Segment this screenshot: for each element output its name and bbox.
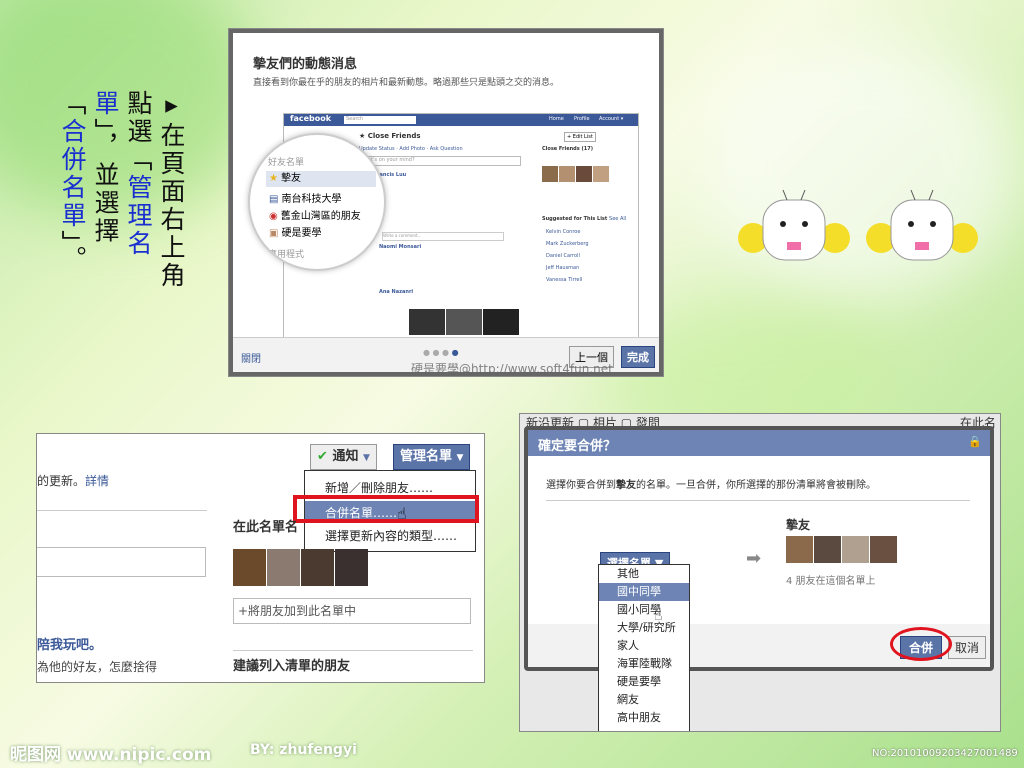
option-elementary[interactable]: 國小同學 — [599, 601, 689, 619]
instruction-col-3: 單」，並選擇 — [91, 90, 120, 246]
location-icon: ◉ — [269, 211, 278, 222]
divider — [546, 500, 970, 501]
fb-logo: facebook — [290, 114, 332, 123]
mascot-right — [866, 189, 978, 261]
fb-nav-profile[interactable]: Profile — [574, 116, 590, 122]
list-dropdown: 其他 國中同學 國小同學 大學/研究所 家人 海軍陸戰隊 硬是要學 網友 高中朋… — [598, 564, 690, 731]
option-online-friends[interactable]: 網友 — [599, 691, 689, 709]
cursor-icon: ☝ — [654, 608, 663, 624]
dialog-title: 摯友們的動態消息 — [253, 57, 358, 72]
instruction-col-4: 「合併名單」。 — [58, 90, 87, 274]
done-button[interactable]: 完成 — [621, 346, 655, 368]
check-icon: ✔ — [317, 449, 328, 464]
close-friends-dialog: 摯友們的動態消息 直接看到你最在乎的朋友的相片和最新動態。略過那些只是點頭之交的… — [229, 29, 663, 376]
list-header: 在此名單名 — [233, 520, 299, 535]
member-photos — [233, 549, 369, 590]
instruction-col-2: 點選「管理名 — [124, 90, 153, 258]
fb-search-box[interactable]: Search — [344, 116, 416, 124]
target-list-name: 摯友 — [786, 518, 811, 532]
suggested-friend[interactable]: Vanessa Tirrell — [546, 274, 589, 286]
dialog-footer: 關閉 ● ● ● ● 上一個 完成 硬是要學@http://www.soft4f… — [233, 337, 659, 376]
option-high-school[interactable]: 高中朋友 — [599, 709, 689, 727]
menu-item-update-types[interactable]: 選擇更新內容的類型…… — [325, 527, 457, 544]
fb-post-photos — [409, 309, 520, 339]
fb-sidebar-photos — [542, 166, 610, 186]
left-input-box[interactable] — [37, 547, 206, 577]
dialog-subtitle: 直接看到你最在乎的朋友的相片和最新動態。略過那些只是點頭之交的消息。 — [253, 78, 560, 88]
menu-item-add-remove[interactable]: 新增／刪除朋友…… — [325, 479, 433, 496]
details-link[interactable]: 詳情 — [85, 474, 109, 488]
zoom-footer: 應用程式 — [268, 250, 305, 260]
highlight-box — [293, 495, 479, 523]
fb-edit-list-button[interactable]: + Edit List — [564, 132, 596, 142]
fb-sidebar-header: Close Friends (17) — [542, 146, 593, 152]
fb-post-2: Naomi Monsari — [379, 244, 422, 250]
chevron-down-icon: ▼ — [362, 453, 370, 463]
zoom-item-close-friends[interactable]: ★ 摯友 — [266, 171, 376, 187]
divider — [37, 510, 207, 511]
arrow-right-icon: ➡ — [746, 548, 762, 569]
target-photos — [786, 536, 898, 567]
target-count: 4 朋友在這個名單上 — [786, 576, 876, 587]
footer-logo: 昵图网 www.nipic.com — [10, 745, 212, 765]
merge-dialog-title: 確定要合併？ — [538, 439, 617, 454]
merge-description: 選擇你要合併到摯友的名單。一旦合併，你所選擇的那份清單將會被刪除。 — [546, 480, 876, 491]
option-junior-high[interactable]: 國中同學 — [599, 583, 689, 601]
fb-nav-home[interactable]: Home — [549, 116, 564, 122]
option-marines[interactable]: 海軍陸戰隊 — [599, 655, 689, 673]
pagination-dots[interactable]: ● ● ● ● — [423, 348, 459, 357]
footer-author: BY: zhufengyi — [250, 742, 357, 758]
zoom-item-university[interactable]: ▤ 南台科技大學 — [266, 190, 341, 205]
suggested-friend[interactable]: Jeff Hausman — [546, 262, 589, 274]
close-link[interactable]: 關閉 — [241, 350, 261, 365]
merge-dialog-titlebar: 確定要合併？ 🔒 — [528, 430, 990, 456]
fb-suggested-list: Kelvin Conroe Mark Zuckerberg Daniel Car… — [546, 226, 589, 286]
suggested-friend[interactable]: Kelvin Conroe — [546, 226, 589, 238]
fb-suggested-header: Suggested for This List See All — [542, 216, 627, 222]
notify-button[interactable]: ✔ 通知 ▼ — [310, 444, 377, 470]
suggested-friend[interactable]: Mark Zuckerberg — [546, 238, 589, 250]
option-family[interactable]: 家人 — [599, 637, 689, 655]
fb-topbar: facebook Search Home Profile Account ▾ — [284, 114, 638, 126]
suggest-header: 建議列入清單的朋友 — [233, 650, 473, 674]
cancel-button[interactable]: 取消 — [948, 636, 987, 659]
merge-highlight-circle — [890, 627, 952, 661]
zoom-header: 好友名單 — [268, 158, 305, 168]
fb-post-3: Ana Nazanri — [379, 289, 414, 295]
option-other[interactable]: 其他 — [599, 565, 689, 583]
lock-icon: 🔒 — [968, 435, 982, 448]
mascot-illustrations — [735, 180, 995, 270]
star-icon: ★ — [269, 173, 278, 184]
suggested-friend[interactable]: Daniel Carroll — [546, 250, 589, 262]
fb-list-title: ★ Close Friends — [359, 132, 421, 140]
instruction-text: ▸在頁面右上角 點選「管理名 單」，並選擇 「合併名單」。 — [55, 0, 195, 300]
fb-comment-box[interactable]: Write a comment... — [382, 232, 504, 241]
update-text: 的更新。詳情 — [37, 474, 110, 488]
mascot-left — [738, 189, 850, 261]
chevron-down-icon: ▼ — [456, 453, 464, 463]
instruction-col-1: ▸在頁面右上角 — [157, 90, 186, 290]
add-friend-input[interactable]: +將朋友加到此名單中 — [233, 598, 471, 624]
zoom-magnifier: 好友名單 ★ 摯友 ▤ 南台科技大學 ◉ 舊金山灣區的朋友 ▣ 硬是要學 應用程式 — [248, 133, 386, 271]
zoom-item-learning[interactable]: ▣ 硬是要學 — [266, 224, 321, 239]
option-university[interactable]: 大學/研究所 — [599, 619, 689, 637]
option-learning[interactable]: 硬是要學 — [599, 673, 689, 691]
fb-composer[interactable]: What's on your mind? — [359, 156, 521, 166]
left-body-text: 為他的好友，怎麼捨得…… — [37, 660, 158, 682]
merge-dialog-screenshot: 新沿更新 ▢ 相片 ▢ 發問 在此名 確定要合併？ 🔒 選擇你要合併到摯友的名單… — [520, 414, 1000, 731]
manage-list-button[interactable]: 管理名單 ▼ — [393, 444, 471, 470]
merge-dialog: 確定要合併？ 🔒 選擇你要合併到摯友的名單。一旦合併，你所選擇的那份清單將會被刪… — [524, 426, 994, 671]
zoom-item-bay-area[interactable]: ◉ 舊金山灣區的朋友 — [266, 207, 361, 222]
list-icon: ▣ — [269, 228, 279, 239]
watermark: 硬是要學@http://www.soft4fun.net — [411, 362, 613, 376]
play-with-me-heading: 陪我玩吧。 — [37, 638, 103, 653]
fb-action-bar: Update Status · Add Photo · Ask Question — [359, 146, 463, 152]
list-icon: ▤ — [269, 194, 279, 205]
footer-id: NO:20101009203427001489 — [872, 748, 1018, 759]
cursor-icon: ☝ — [397, 504, 407, 523]
fb-nav-account[interactable]: Account ▾ — [599, 116, 623, 122]
manage-list-panel: 的更新。詳情 陪我玩吧。 為他的好友，怎麼捨得…… ✔ 通知 ▼ 管理名單 ▼ … — [37, 434, 484, 682]
